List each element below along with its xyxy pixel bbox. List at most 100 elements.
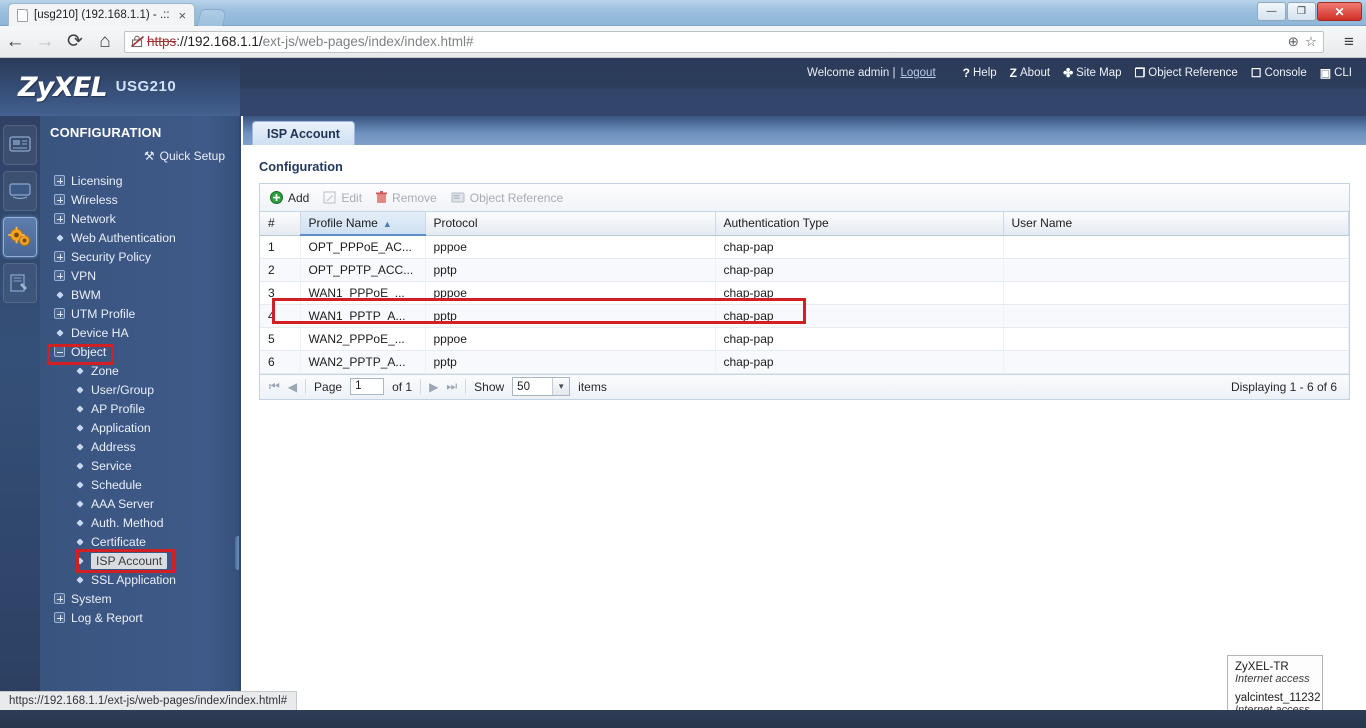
browser-status-bar: https://192.168.1.1/ext-js/web-pages/ind… [0, 691, 298, 710]
object-reference-button: Object Reference [451, 191, 563, 205]
sidebar-item-utm-profile[interactable]: UTM Profile [46, 304, 239, 323]
minimize-button[interactable]: — [1257, 2, 1286, 21]
dashboard-icon[interactable] [3, 125, 37, 165]
column-header-user-name[interactable]: User Name [1003, 212, 1349, 236]
expand-icon[interactable] [54, 270, 65, 281]
row-protocol: pptp [425, 258, 716, 282]
zoom-icon[interactable]: ⊕ [1288, 34, 1299, 50]
page-total-label: of 1 [392, 379, 413, 394]
back-icon[interactable]: ← [0, 27, 30, 57]
row-index: 6 [260, 350, 301, 374]
bullet-icon [76, 366, 84, 375]
add-label: Add [288, 190, 310, 205]
home-icon[interactable]: ⌂ [90, 27, 120, 57]
sidebar-item-security-policy[interactable]: Security Policy [46, 247, 239, 266]
wifi-network-name[interactable]: ZyXEL-TR [1235, 661, 1315, 673]
column-header-profile-name[interactable]: Profile Name ▲ [300, 212, 426, 236]
sidebar-item-label: SSL Application [91, 572, 176, 587]
monitor-icon[interactable] [3, 171, 37, 211]
sidebar-item-schedule[interactable]: Schedule [46, 475, 239, 494]
column-header-index[interactable]: # [260, 212, 301, 236]
sidebar-item-zone[interactable]: Zone [46, 361, 239, 380]
sidebar-item-aaa-server[interactable]: AAA Server [46, 494, 239, 513]
sidebar-item-wireless[interactable]: Wireless [46, 190, 239, 209]
row-auth-type: chap-pap [715, 258, 1004, 282]
expand-icon[interactable] [54, 213, 65, 224]
sidebar-item-system[interactable]: System [46, 589, 239, 608]
browser-tab-active[interactable]: [usg210] (192.168.1.1) - .:: × [8, 3, 196, 26]
page-label: Page [314, 379, 343, 394]
expand-icon[interactable] [54, 612, 65, 623]
certificate-warning-icon[interactable] [131, 35, 144, 48]
sidebar-item-vpn[interactable]: VPN [46, 266, 239, 285]
address-bar[interactable]: https://192.168.1.1/ext-js/web-pages/ind… [124, 30, 1324, 53]
table-row[interactable]: 1 OPT_PPPoE_AC... pppoe chap-pap [260, 235, 1349, 259]
page-number-input[interactable]: 1 [350, 378, 385, 395]
console-link[interactable]: ☐ Console [1251, 66, 1307, 80]
expand-icon[interactable] [54, 175, 65, 186]
column-header-protocol[interactable]: Protocol [425, 212, 716, 236]
sidebar-item-ap-profile[interactable]: AP Profile [46, 399, 239, 418]
collapse-icon[interactable] [54, 346, 65, 357]
bookmark-star-icon[interactable]: ☆ [1305, 34, 1317, 50]
windows-taskbar[interactable] [0, 710, 1366, 728]
sidebar-item-bwm[interactable]: BWM [46, 285, 239, 304]
console-monitor-icon: ☐ [1250, 66, 1262, 80]
sidebar-collapse-handle[interactable] [235, 536, 239, 570]
sidebar-item-licensing[interactable]: Licensing [46, 171, 239, 190]
sidebar-item-object[interactable]: Object [46, 342, 239, 361]
quick-setup-button[interactable]: ⚒ Quick Setup [40, 143, 239, 171]
sidebar-item-network[interactable]: Network [46, 209, 239, 228]
sidebar-item-web-authentication[interactable]: Web Authentication [46, 228, 239, 247]
app-header: Welcome admin | Logout ? Help Z About ✤ … [0, 58, 1366, 116]
page-size-select[interactable]: 50 ▼ [512, 377, 571, 396]
sidebar-item-label: Wireless [71, 192, 118, 207]
restore-button[interactable]: ❐ [1287, 2, 1316, 21]
object-reference-link[interactable]: ❐ Object Reference [1135, 66, 1238, 80]
expand-icon[interactable] [54, 308, 65, 319]
help-link[interactable]: ? Help [963, 66, 997, 80]
sidebar-item-auth-method[interactable]: Auth. Method [46, 513, 239, 532]
about-link[interactable]: Z About [1010, 66, 1050, 80]
sidebar-item-service[interactable]: Service [46, 456, 239, 475]
row-index: 3 [260, 281, 301, 305]
sidebar-item-user-group[interactable]: User/Group [46, 380, 239, 399]
table-row[interactable]: 4 WAN1_PPTP_A... pptp chap-pap [260, 304, 1349, 328]
table-row[interactable]: 6 WAN2_PPTP_A... pptp chap-pap [260, 350, 1349, 374]
sidebar-item-address[interactable]: Address [46, 437, 239, 456]
expand-icon[interactable] [54, 194, 65, 205]
sidebar-item-log-report[interactable]: Log & Report [46, 608, 239, 627]
row-protocol: pppoe [425, 281, 716, 305]
column-header-auth-type[interactable]: Authentication Type [715, 212, 1004, 236]
browser-menu-icon[interactable]: ≡ [1332, 32, 1366, 52]
sidebar-item-label: Certificate [91, 534, 146, 549]
sidebar-item-certificate[interactable]: Certificate [46, 532, 239, 551]
browser-titlebar: [usg210] (192.168.1.1) - .:: × — ❐ ✕ [0, 0, 1366, 26]
logout-link[interactable]: Logout [900, 67, 935, 79]
reload-icon[interactable]: ⟳ [60, 27, 90, 57]
sidebar-item-label: Service [91, 458, 132, 473]
table-row[interactable]: 2 OPT_PPTP_ACC... pptp chap-pap [260, 258, 1349, 282]
sidebar-item-device-ha[interactable]: Device HA [46, 323, 239, 342]
url-host: ://192.168.1.1/ [176, 34, 263, 49]
close-window-button[interactable]: ✕ [1317, 2, 1362, 21]
maintenance-icon[interactable] [3, 263, 37, 303]
close-icon[interactable]: × [179, 9, 187, 22]
add-button[interactable]: Add [270, 191, 309, 205]
expand-icon[interactable] [54, 593, 65, 604]
sidebar-item-ssl-application[interactable]: SSL Application [46, 570, 239, 589]
cli-link[interactable]: ▣ CLI [1320, 66, 1352, 80]
sidebar-item-application[interactable]: Application [46, 418, 239, 437]
configuration-gears-icon[interactable] [3, 217, 37, 257]
new-tab-button[interactable] [197, 9, 228, 26]
sidebar-item-label: Security Policy [71, 249, 151, 264]
chevron-down-icon[interactable]: ▼ [552, 378, 570, 395]
site-map-link[interactable]: ✤ Site Map [1063, 66, 1121, 80]
wifi-network-name[interactable]: yalcintest_1123 [1235, 692, 1314, 704]
sidebar-item-isp-account[interactable]: ISP Account [46, 551, 239, 570]
table-row[interactable]: 5 WAN2_PPPoE_... pppoe chap-pap [260, 327, 1349, 351]
table-row[interactable]: 3 WAN1_PPPoE_... pppoe chap-pap [260, 281, 1349, 305]
tab-isp-account[interactable]: ISP Account [252, 121, 355, 145]
configuration-box: Add Edit Remove Object Reference # Profi… [259, 183, 1350, 400]
expand-icon[interactable] [54, 251, 65, 262]
